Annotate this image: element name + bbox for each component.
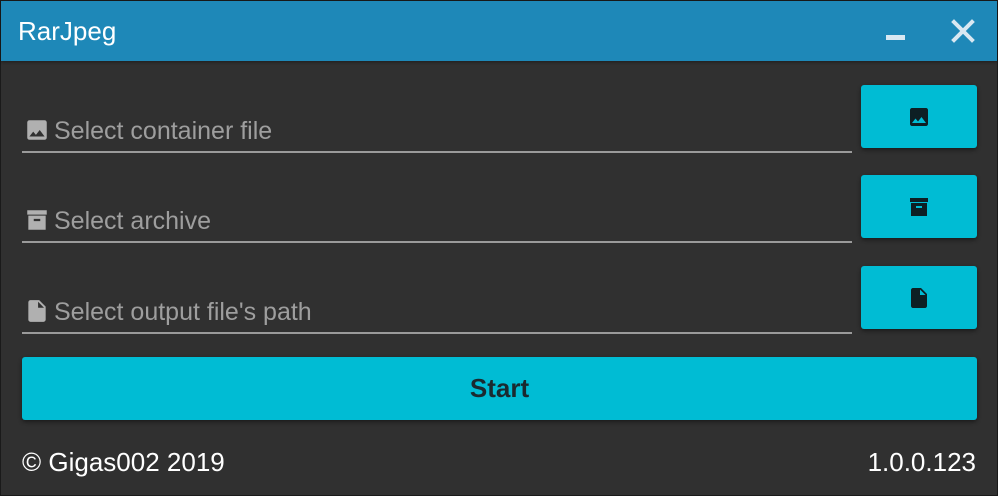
file-icon [911, 288, 927, 308]
start-button[interactable]: Start [22, 357, 977, 420]
archive-input[interactable] [54, 205, 844, 237]
output-path-input[interactable] [54, 296, 844, 328]
archive-field[interactable] [22, 197, 852, 243]
container-file-field[interactable] [22, 107, 852, 153]
browse-archive-button[interactable] [861, 175, 977, 238]
image-icon [27, 120, 47, 140]
output-path-field[interactable] [22, 288, 852, 334]
copyright-text: © Gigas002 2019 [22, 447, 225, 477]
image-icon [910, 108, 928, 126]
file-icon [28, 300, 46, 322]
minimize-button[interactable] [880, 15, 912, 47]
minimize-icon [886, 35, 905, 40]
window-title: RarJpeg [18, 16, 117, 46]
close-button[interactable] [947, 15, 979, 47]
archive-box-icon [27, 210, 47, 230]
version-text: 1.0.0.123 [867, 447, 976, 477]
title-bar[interactable]: RarJpeg [1, 1, 997, 61]
close-icon [951, 19, 975, 43]
app-window: RarJpeg Select container file Select arc… [0, 0, 998, 496]
container-file-input[interactable] [54, 115, 844, 147]
browse-output-button[interactable] [861, 266, 977, 329]
archive-box-icon [910, 198, 928, 216]
browse-container-button[interactable] [861, 85, 977, 148]
